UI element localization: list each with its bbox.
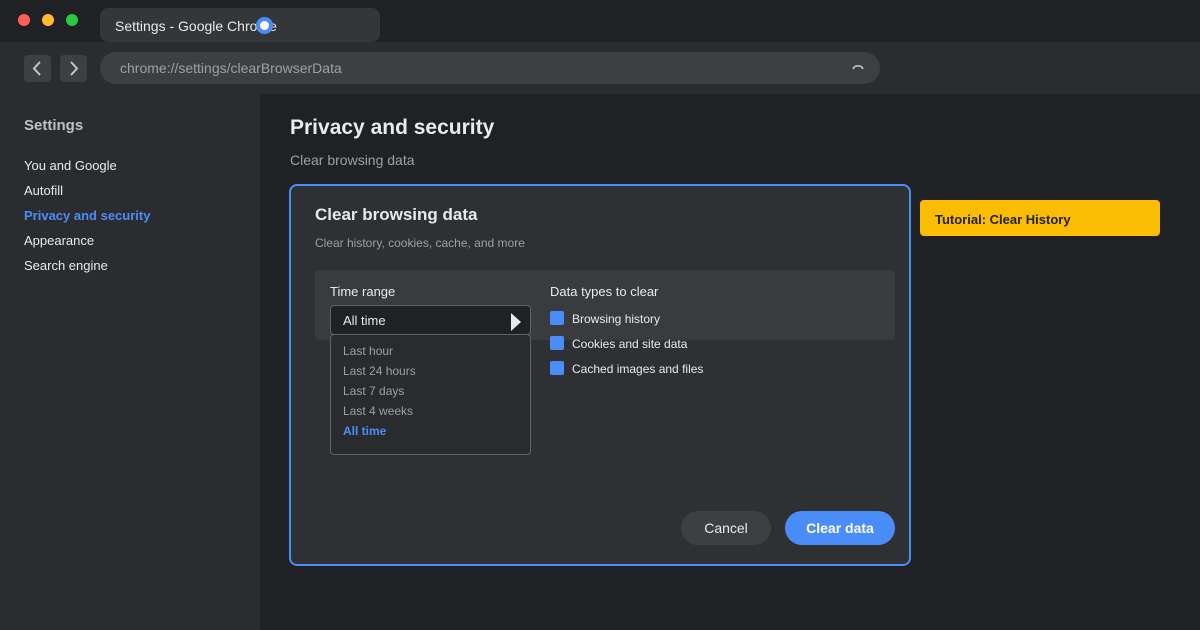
clear-data-button[interactable]: Clear data <box>785 511 895 545</box>
sidebar-item-you-and-google[interactable]: You and Google <box>24 158 117 173</box>
tutorial-banner[interactable]: Tutorial: Clear History <box>920 200 1160 236</box>
sidebar-item-appearance[interactable]: Appearance <box>24 233 94 248</box>
browser-toolbar: chrome://settings/clearBrowserData <box>0 42 1200 94</box>
option-last-hour[interactable]: Last hour <box>343 344 393 358</box>
data-types-label: Data types to clear <box>550 284 659 299</box>
option-last-4-weeks[interactable]: Last 4 weeks <box>343 404 413 418</box>
reload-icon[interactable] <box>850 60 866 76</box>
dialog-description: Clear history, cookies, cache, and more <box>315 236 525 250</box>
forward-button[interactable] <box>60 55 87 82</box>
option-last-24-hours[interactable]: Last 24 hours <box>343 364 416 378</box>
option-all-time[interactable]: All time <box>343 424 386 438</box>
chevron-left-icon <box>32 61 41 76</box>
clear-browsing-data-dialog: Clear browsing data Clear history, cooki… <box>289 184 911 566</box>
chrome-icon <box>256 17 273 34</box>
dropdown-arrow-icon <box>511 313 521 331</box>
browsing-history-checkbox[interactable] <box>550 311 564 325</box>
time-range-label: Time range <box>330 284 396 299</box>
option-last-7-days[interactable]: Last 7 days <box>343 384 404 398</box>
sidebar-item-privacy-and-security[interactable]: Privacy and security <box>24 208 150 223</box>
browsing-history-label: Browsing history <box>572 312 661 326</box>
close-window-button[interactable] <box>18 14 30 26</box>
time-range-select[interactable]: All time <box>330 305 531 335</box>
title-bar: Settings - Google Chrome <box>0 0 1200 42</box>
sidebar-title: Settings <box>24 117 84 134</box>
address-bar-url: chrome://settings/clearBrowserData <box>120 60 342 76</box>
chevron-right-icon <box>70 61 79 76</box>
tutorial-label: Tutorial: Clear History <box>935 212 1071 227</box>
time-range-value: All time <box>343 313 386 328</box>
minimize-window-button[interactable] <box>42 14 54 26</box>
cookies-label: Cookies and site data <box>572 337 688 351</box>
sidebar-item-autofill[interactable]: Autofill <box>24 183 63 198</box>
settings-sidebar: Settings You and Google Autofill Privacy… <box>0 94 260 630</box>
cached-images-checkbox[interactable] <box>550 361 564 375</box>
cancel-button[interactable]: Cancel <box>681 511 771 545</box>
cookies-checkbox[interactable] <box>550 336 564 350</box>
back-button[interactable] <box>24 55 51 82</box>
cached-images-label: Cached images and files <box>572 362 704 376</box>
maximize-window-button[interactable] <box>66 14 78 26</box>
dialog-title: Clear browsing data <box>315 205 478 224</box>
time-range-dropdown: Last hour Last 24 hours Last 7 days Last… <box>330 334 531 455</box>
browser-tab[interactable]: Settings - Google Chrome <box>100 8 380 42</box>
tab-title: Settings - Google Chrome <box>115 18 277 34</box>
page-title: Privacy and security <box>290 116 495 139</box>
sidebar-item-search-engine[interactable]: Search engine <box>24 258 108 273</box>
address-bar[interactable]: chrome://settings/clearBrowserData <box>100 52 880 84</box>
page-subtitle: Clear browsing data <box>290 152 415 168</box>
